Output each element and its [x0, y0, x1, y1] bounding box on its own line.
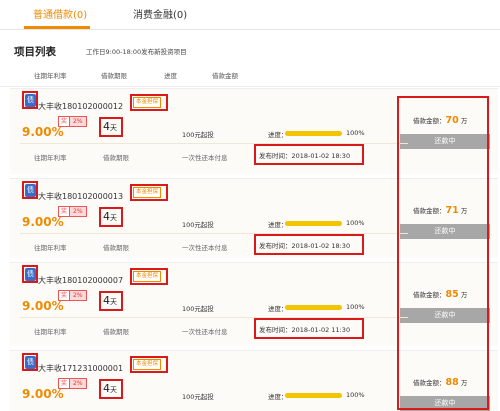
card-inner-divider: [20, 233, 408, 234]
term-label: 借款期限: [103, 154, 129, 162]
annual-rate: 9.00%: [22, 125, 64, 139]
project-name[interactable]: 大丰收180102000012: [38, 101, 123, 112]
guarantee-badge: 本金担保: [133, 187, 162, 198]
min-investment: 100元起投: [182, 221, 214, 229]
progress-fill: [285, 131, 342, 136]
term-number: 4: [103, 294, 110, 307]
bond-icon: 债: [25, 184, 36, 197]
repayment-type: 一次性还本付息: [182, 154, 228, 162]
progress-fill: [285, 305, 342, 310]
reward-badge: 奖 2%: [58, 116, 87, 127]
annual-rate: 9.00%: [22, 215, 64, 229]
section-title: 项目列表: [14, 46, 56, 58]
reward-prefix: 奖: [58, 206, 71, 217]
reward-badge: 奖 2%: [58, 290, 87, 301]
min-investment: 100元起投: [182, 131, 214, 139]
progress-percent: 100%: [346, 219, 365, 227]
amount-column-highlight: [397, 96, 489, 410]
bond-icon: 债: [25, 268, 36, 281]
progress-percent: 100%: [346, 391, 365, 399]
project-name[interactable]: 大丰收180102000007: [38, 275, 123, 286]
tab-consumer-finance[interactable]: 消费金融(0): [133, 6, 187, 21]
reward-value: 2%: [70, 206, 87, 217]
section-subtitle: 工作日9:00-18:00发布新投资项目: [86, 48, 187, 56]
project-name[interactable]: 大丰收180102000013: [38, 191, 123, 202]
term-unit: 天: [110, 124, 117, 132]
repayment-type: 一次性还本付息: [182, 244, 228, 252]
guarantee-badge: 本金担保: [133, 97, 162, 108]
column-header-progress: 进度: [164, 72, 177, 80]
annual-rate: 9.00%: [22, 299, 64, 313]
progress-fill: [285, 393, 342, 398]
term-number: 4: [103, 382, 110, 395]
reward-value: 2%: [70, 378, 87, 389]
term-number: 4: [103, 210, 110, 223]
card-inner-divider: [20, 143, 408, 144]
header-divider: [0, 86, 500, 87]
term-label: 借款期限: [103, 328, 129, 336]
publish-time: 发布时间：2018-01-02 11:30: [259, 326, 351, 334]
rate-label: 往期年利率: [34, 244, 67, 252]
loan-term: 4天: [103, 382, 117, 395]
term-number: 4: [103, 120, 110, 133]
reward-badge: 奖 2%: [58, 206, 87, 217]
reward-value: 2%: [70, 116, 87, 127]
tab-bar: 普通借款(0) 消费金融(0): [0, 0, 500, 30]
tab-normal-loan[interactable]: 普通借款(0): [33, 6, 87, 21]
repayment-type: 一次性还本付息: [182, 328, 228, 336]
publish-time: 发布时间：2018-01-02 18:30: [259, 242, 351, 250]
reward-value: 2%: [70, 290, 87, 301]
bond-icon: 债: [25, 94, 36, 107]
bond-icon: 债: [25, 356, 36, 369]
reward-prefix: 奖: [58, 290, 71, 301]
card-inner-divider: [20, 317, 408, 318]
term-label: 借款期限: [103, 244, 129, 252]
guarantee-badge: 本金担保: [133, 359, 162, 370]
annual-rate: 9.00%: [22, 387, 64, 401]
loan-term: 4天: [103, 120, 117, 133]
column-header-term: 借款期限: [101, 72, 127, 80]
reward-prefix: 奖: [58, 378, 71, 389]
progress-percent: 100%: [346, 303, 365, 311]
column-header-amount: 借款金额: [212, 72, 238, 80]
term-unit: 天: [110, 298, 117, 306]
progress-fill: [285, 221, 342, 226]
rate-label: 往期年利率: [34, 154, 67, 162]
reward-badge: 奖 2%: [58, 378, 87, 389]
publish-time: 发布时间：2018-01-02 18:30: [259, 152, 351, 160]
term-unit: 天: [110, 386, 117, 394]
min-investment: 100元起投: [182, 305, 214, 313]
project-name[interactable]: 大丰收171231000001: [38, 363, 123, 374]
guarantee-badge: 本金担保: [133, 271, 162, 282]
rate-label: 往期年利率: [34, 328, 67, 336]
progress-percent: 100%: [346, 129, 365, 137]
column-header-rate: 往期年利率: [34, 72, 67, 80]
loan-term: 4天: [103, 294, 117, 307]
active-tab-indicator: [24, 26, 90, 29]
reward-prefix: 奖: [58, 116, 71, 127]
min-investment: 100元起投: [182, 393, 214, 401]
term-unit: 天: [110, 214, 117, 222]
loan-term: 4天: [103, 210, 117, 223]
